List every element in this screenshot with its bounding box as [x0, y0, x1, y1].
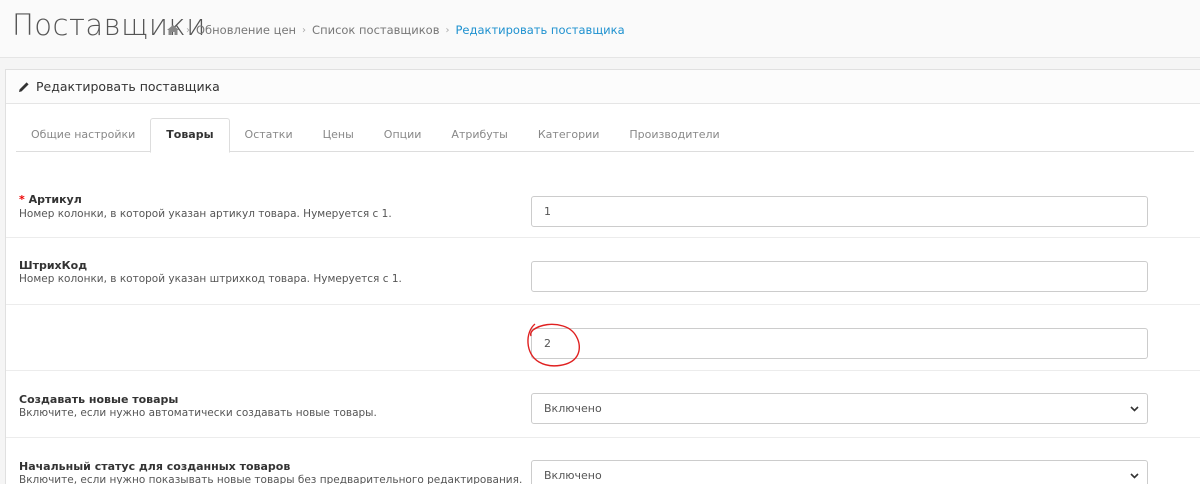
breadcrumb-separator: ›: [445, 24, 450, 36]
barcode-input[interactable]: [531, 261, 1148, 292]
chevron-down-icon: [1130, 473, 1139, 479]
tab-prices[interactable]: Цены: [308, 118, 369, 151]
create-new-select[interactable]: Включено: [531, 393, 1148, 424]
form-row-initial-status: Начальный статус для созданных товаров В…: [6, 438, 1200, 484]
panel-heading: Редактировать поставщика: [6, 70, 1200, 104]
sku-input[interactable]: 1: [531, 196, 1148, 227]
form-row-unlabeled: 2: [6, 305, 1200, 371]
tab-stock[interactable]: Остатки: [230, 118, 308, 151]
barcode-label: ШтрихКод: [19, 259, 88, 272]
form-row-create-new: Создавать новые товары Включите, если ну…: [6, 371, 1200, 438]
barcode-help: Номер колонки, в которой указан штрихкод…: [19, 273, 402, 285]
sku-label-text: Артикул: [28, 193, 82, 206]
required-mark: *: [19, 193, 25, 206]
tab-general[interactable]: Общие настройки: [16, 118, 150, 151]
breadcrumb-edit-supplier[interactable]: Редактировать поставщика: [456, 23, 625, 37]
edit-supplier-panel: Редактировать поставщика Общие настройки…: [5, 69, 1200, 484]
home-icon[interactable]: [166, 24, 180, 36]
breadcrumb: › Обновление цен › Список поставщиков › …: [166, 23, 625, 37]
form-row-barcode: ШтрихКод Номер колонки, в которой указан…: [6, 238, 1200, 305]
sku-label: * Артикул: [19, 193, 82, 206]
chevron-down-icon: [1130, 406, 1139, 412]
initial-status-label: Начальный статус для созданных товаров: [19, 460, 291, 473]
tab-options[interactable]: Опции: [369, 118, 437, 151]
tab-manufacturers[interactable]: Производители: [614, 118, 734, 151]
tab-categories[interactable]: Категории: [523, 118, 615, 151]
initial-status-value: Включено: [544, 469, 602, 482]
sku-help: Номер колонки, в которой указан артикул …: [19, 208, 392, 220]
pencil-icon: [19, 81, 29, 92]
initial-status-help: Включите, если нужно показывать новые то…: [19, 474, 523, 484]
tab-products[interactable]: Товары: [150, 118, 230, 153]
create-new-label: Создавать новые товары: [19, 393, 179, 406]
tabs: Общие настройки Товары Остатки Цены Опци…: [16, 118, 1194, 153]
tab-attributes[interactable]: Атрибуты: [436, 118, 522, 151]
create-new-value: Включено: [544, 402, 602, 415]
breadcrumb-supplier-list[interactable]: Список поставщиков: [312, 23, 439, 37]
form-row-sku: * Артикул Номер колонки, в которой указа…: [6, 173, 1200, 238]
initial-status-select[interactable]: Включено: [531, 460, 1148, 484]
page-header: Поставщики › Обновление цен › Список пос…: [0, 0, 1200, 58]
unlabeled-input[interactable]: 2: [531, 328, 1148, 359]
breadcrumb-price-update[interactable]: Обновление цен: [196, 23, 296, 37]
breadcrumb-separator: ›: [186, 24, 190, 36]
breadcrumb-separator: ›: [302, 24, 307, 36]
panel-title: Редактировать поставщика: [36, 79, 220, 94]
create-new-help: Включите, если нужно автоматически созда…: [19, 407, 377, 419]
